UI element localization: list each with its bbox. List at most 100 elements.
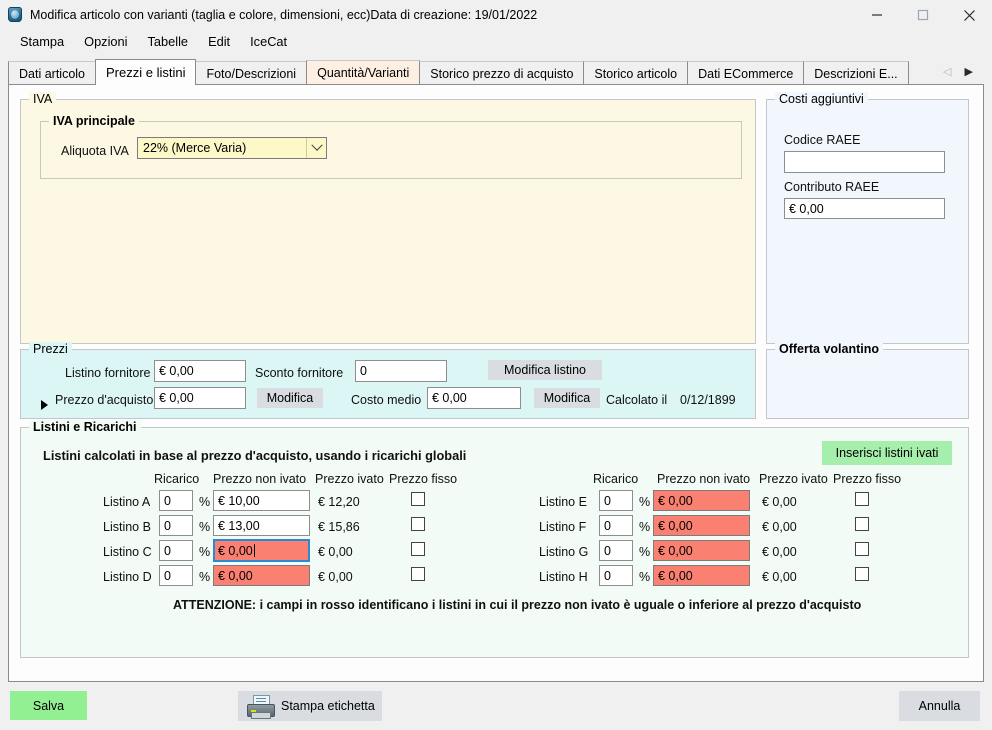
costo-medio-input[interactable]: € 0,00: [427, 387, 521, 409]
prezzo-non-ivato-value-listino-g: € 0,00: [658, 543, 693, 558]
prezzo-ivato-value-listino-c: € 0,00: [318, 545, 353, 559]
tab-scroll-arrows: ◁ ▶: [940, 61, 976, 83]
ricarico-input-listino-a[interactable]: 0: [159, 490, 193, 511]
prezzo-non-ivato-input-listino-c[interactable]: € 0,00: [213, 539, 310, 562]
ricarico-input-listino-g[interactable]: 0: [599, 540, 633, 561]
window-controls: [854, 0, 992, 30]
header-left-prezzo-non-ivato: Prezzo non ivato: [213, 472, 307, 486]
header-right-prezzo-non-ivato: Prezzo non ivato: [657, 472, 751, 486]
ricarico-input-listino-b[interactable]: 0: [159, 515, 193, 536]
sconto-fornitore-input[interactable]: 0: [355, 360, 447, 382]
prezzo-acquisto-input[interactable]: € 0,00: [154, 387, 246, 409]
menu-item-opzioni[interactable]: Opzioni: [74, 31, 137, 52]
percent-sign-listino-g: %: [639, 545, 651, 559]
annulla-button[interactable]: Annulla: [899, 691, 980, 721]
prezzo-non-ivato-input-listino-a[interactable]: € 10,00: [213, 490, 310, 511]
prezzo-non-ivato-value-listino-d: € 0,00: [218, 568, 253, 583]
title-bar: Modifica articolo con varianti (taglia e…: [0, 0, 992, 30]
group-prezzi: Prezzi Listino fornitore € 0,00 Sconto f…: [20, 342, 756, 419]
header-left-ricarico: Ricarico: [154, 472, 200, 486]
prezzo-fisso-checkbox-listino-f[interactable]: [855, 517, 869, 531]
tab-dati-articolo[interactable]: Dati articolo: [8, 61, 96, 85]
prezzo-fisso-checkbox-listino-e[interactable]: [855, 492, 869, 506]
inserisci-listini-ivati-button[interactable]: Inserisci listini ivati: [822, 441, 952, 465]
close-button[interactable]: [946, 0, 992, 30]
listini-subtitle: Listini calcolati in base al prezzo d'ac…: [43, 448, 467, 463]
percent-sign-listino-b: %: [199, 520, 211, 534]
group-offerta-volantino: Offerta volantino: [766, 342, 969, 419]
listino-fornitore-value: € 0,00: [159, 364, 194, 378]
ricarico-input-listino-f[interactable]: 0: [599, 515, 633, 536]
prezzo-non-ivato-value-listino-e: € 0,00: [658, 493, 693, 508]
prezzo-ivato-value-listino-d: € 0,00: [318, 570, 353, 584]
prezzo-non-ivato-value-listino-b: € 13,00: [218, 518, 260, 533]
calcolato-il-value: 0/12/1899: [680, 393, 736, 407]
row-label-listino-e: Listino E: [539, 495, 587, 509]
menu-item-stampa[interactable]: Stampa: [10, 31, 74, 52]
tab-scroll-right-icon[interactable]: ▶: [965, 66, 973, 78]
minimize-button[interactable]: [854, 0, 900, 30]
tab-descrizioni-e[interactable]: Descrizioni E...: [803, 61, 909, 85]
group-prezzi-label: Prezzi: [29, 342, 72, 356]
modifica-listino-button[interactable]: Modifica listino: [488, 360, 602, 380]
group-costi-aggiuntivi: Costi aggiuntivi Codice RAEE Contributo …: [766, 92, 969, 344]
percent-sign-listino-h: %: [639, 570, 651, 584]
prezzo-fisso-checkbox-listino-c[interactable]: [411, 542, 425, 556]
tab-prezzi-e-listini[interactable]: Prezzi e listini: [95, 59, 197, 85]
ricarico-value-listino-f: 0: [604, 518, 611, 533]
percent-sign-listino-f: %: [639, 520, 651, 534]
tab-dati-ecommerce[interactable]: Dati ECommerce: [687, 61, 805, 85]
ricarico-value-listino-d: 0: [164, 568, 171, 583]
group-listini-e-ricarichi: Listini e Ricarichi Listini calcolati in…: [20, 420, 969, 658]
aliquota-iva-select[interactable]: 22% (Merce Varia): [137, 137, 327, 159]
salva-button[interactable]: Salva: [10, 691, 87, 720]
prezzo-fisso-checkbox-listino-d[interactable]: [411, 567, 425, 581]
chevron-down-icon[interactable]: [306, 138, 326, 158]
menu-item-edit[interactable]: Edit: [198, 31, 240, 52]
tab-quantita-varianti[interactable]: Quantità/Varianti: [306, 60, 421, 85]
tab-foto-descrizioni[interactable]: Foto/Descrizioni: [195, 61, 308, 85]
costo-medio-label: Costo medio: [351, 393, 422, 407]
prezzo-fisso-checkbox-listino-a[interactable]: [411, 492, 425, 506]
ricarico-input-listino-c[interactable]: 0: [159, 540, 193, 561]
prezzo-non-ivato-input-listino-d[interactable]: € 0,00: [213, 565, 310, 586]
sconto-fornitore-value: 0: [360, 364, 367, 378]
prezzo-fisso-checkbox-listino-b[interactable]: [411, 517, 425, 531]
costo-medio-value: € 0,00: [432, 391, 467, 405]
menu-item-icecat[interactable]: IceCat: [240, 31, 297, 52]
percent-sign-listino-e: %: [639, 495, 651, 509]
prezzo-acquisto-label: Prezzo d'acquisto: [55, 393, 154, 407]
maximize-button[interactable]: [900, 0, 946, 30]
menu-item-tabelle[interactable]: Tabelle: [138, 31, 199, 52]
ricarico-input-listino-d[interactable]: 0: [159, 565, 193, 586]
expand-triangle-icon[interactable]: [41, 400, 48, 410]
prezzo-non-ivato-input-listino-e[interactable]: € 0,00: [653, 490, 750, 511]
modifica-prezzo-acquisto-button[interactable]: Modifica: [257, 388, 323, 408]
prezzo-fisso-checkbox-listino-h[interactable]: [855, 567, 869, 581]
ricarico-input-listino-e[interactable]: 0: [599, 490, 633, 511]
ricarico-input-listino-h[interactable]: 0: [599, 565, 633, 586]
prezzo-non-ivato-value-listino-a: € 10,00: [218, 493, 260, 508]
header-right-ricarico: Ricarico: [593, 472, 639, 486]
prezzo-non-ivato-input-listino-b[interactable]: € 13,00: [213, 515, 310, 536]
app-globe-icon: [7, 7, 23, 23]
ricarico-value-listino-b: 0: [164, 518, 171, 533]
prezzo-fisso-checkbox-listino-g[interactable]: [855, 542, 869, 556]
stampa-etichetta-label: Stampa etichetta: [281, 699, 375, 713]
tab-storico-articolo[interactable]: Storico articolo: [583, 61, 689, 85]
contributo-raee-input[interactable]: € 0,00: [784, 198, 945, 219]
stampa-etichetta-button[interactable]: Stampa etichetta: [238, 691, 382, 721]
listino-fornitore-input[interactable]: € 0,00: [154, 360, 246, 382]
tab-storico-prezzo-di-acquisto[interactable]: Storico prezzo di acquisto: [419, 61, 585, 85]
prezzo-non-ivato-input-listino-f[interactable]: € 0,00: [653, 515, 750, 536]
text-caret: [253, 544, 255, 557]
group-iva-principale-label: IVA principale: [49, 114, 139, 128]
codice-raee-input[interactable]: [784, 151, 945, 173]
prezzo-non-ivato-input-listino-h[interactable]: € 0,00: [653, 565, 750, 586]
ricarico-value-listino-g: 0: [604, 543, 611, 558]
row-label-listino-b: Listino B: [103, 520, 151, 534]
tab-scroll-left-icon[interactable]: ◁: [943, 66, 951, 78]
prezzo-non-ivato-input-listino-g[interactable]: € 0,00: [653, 540, 750, 561]
contributo-raee-value: € 0,00: [789, 201, 824, 216]
modifica-costo-medio-button[interactable]: Modifica: [534, 388, 600, 408]
